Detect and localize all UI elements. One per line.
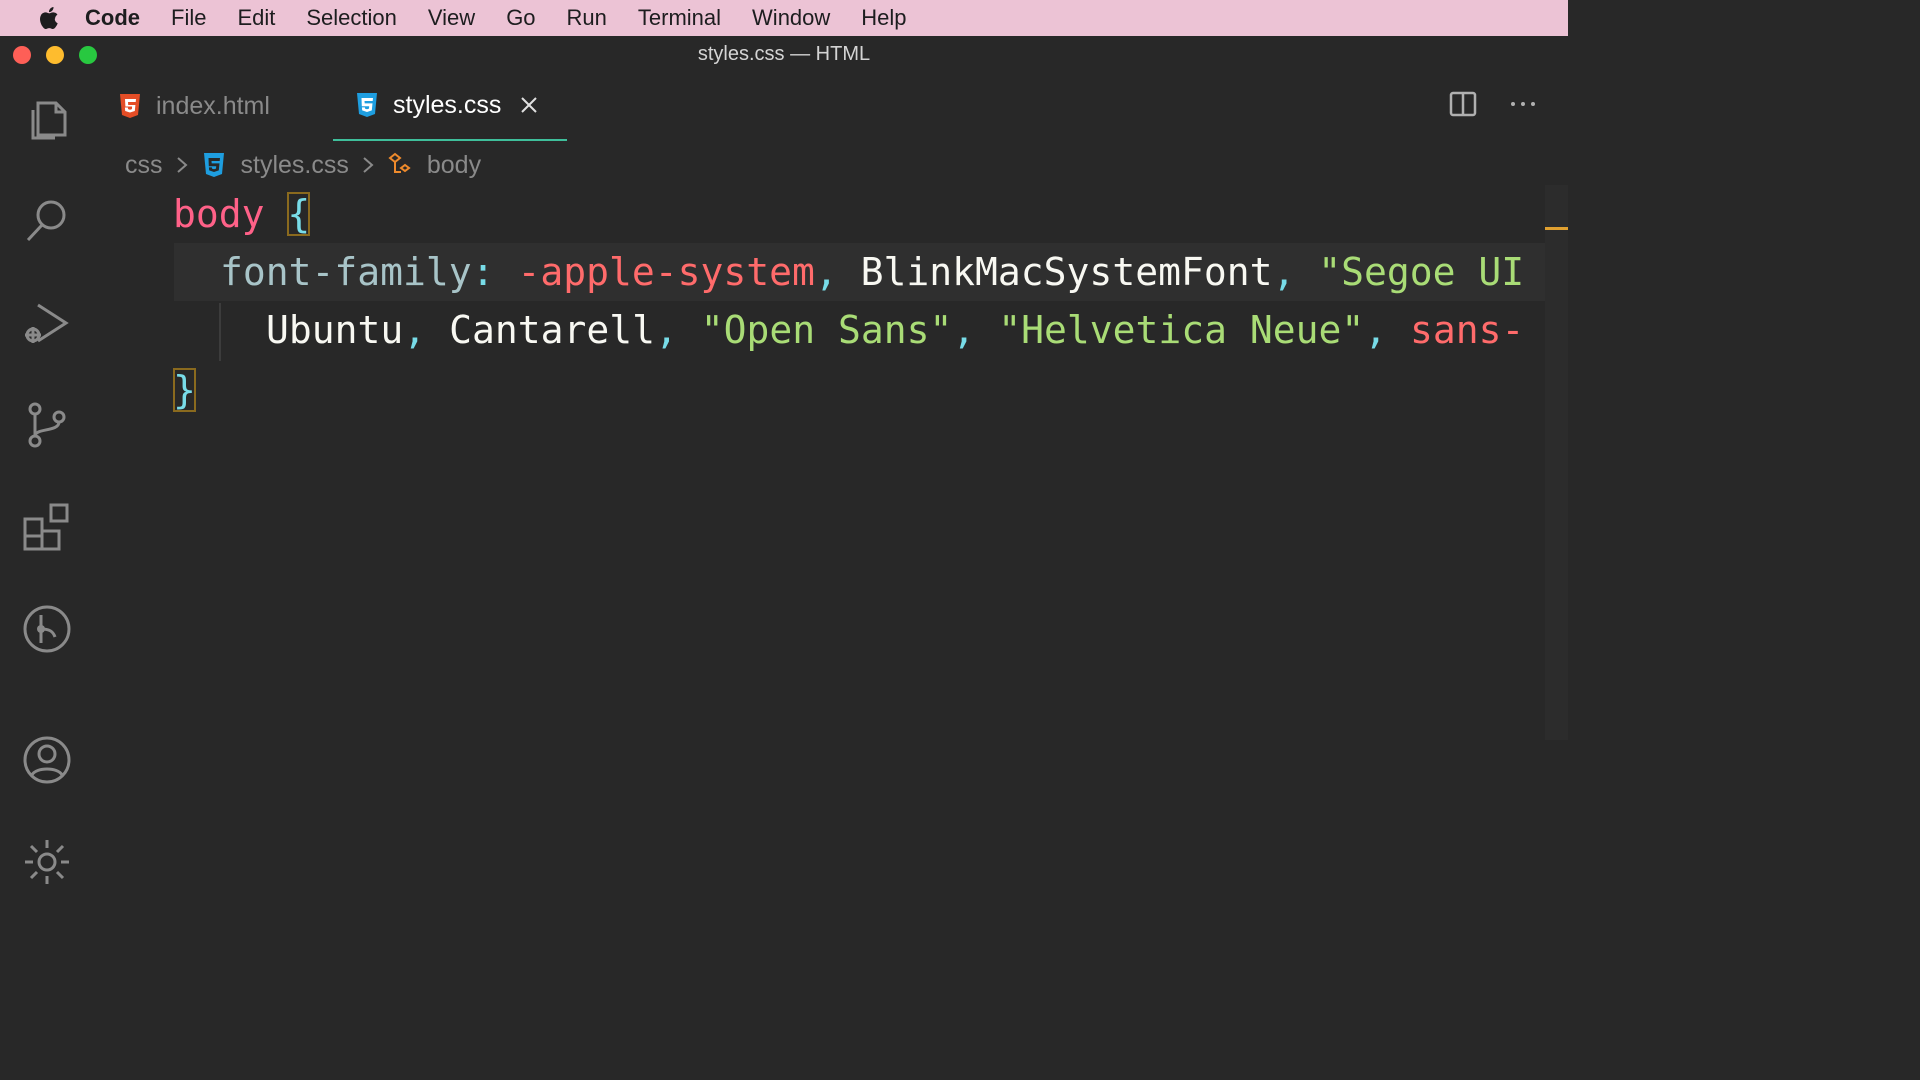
font-value: -apple-system: [517, 250, 815, 294]
menu-window[interactable]: Window: [752, 5, 830, 31]
editor-window: styles.css — HTML index.html styles.css …: [0, 37, 1568, 884]
open-brace: {: [287, 192, 311, 236]
breadcrumb: css styles.css body: [125, 147, 481, 183]
menu-bar: Code File Edit Selection View Go Run Ter…: [0, 0, 1568, 36]
editor-tabs: index.html styles.css: [94, 71, 1568, 143]
font-value: BlinkMacSystemFont: [860, 250, 1273, 294]
menu-go[interactable]: Go: [506, 5, 535, 31]
font-value: "Segoe UI: [1318, 250, 1525, 294]
editor-actions: [1418, 89, 1538, 119]
html5-icon: [120, 94, 140, 118]
code-line-4: }: [173, 361, 196, 419]
font-value: "Open Sans": [700, 308, 953, 352]
menu-file[interactable]: File: [171, 5, 206, 31]
css-selector: body: [173, 192, 265, 236]
indent-guide: [219, 303, 221, 361]
tab-label: styles.css: [393, 90, 502, 119]
close-tab-icon[interactable]: [519, 95, 539, 115]
menu-selection[interactable]: Selection: [306, 5, 397, 31]
chevron-right-icon: [176, 157, 188, 173]
colon: :: [471, 250, 495, 294]
font-value: Ubuntu: [266, 308, 404, 352]
breadcrumb-folder[interactable]: css: [125, 151, 163, 180]
close-brace: }: [173, 368, 196, 412]
code-editor[interactable]: body { font-family: -apple-system, Blink…: [0, 187, 1545, 882]
comma: ,: [952, 308, 976, 352]
window-title: styles.css — HTML: [697, 43, 871, 65]
css-property: font-family: [220, 250, 472, 294]
css3-icon: [357, 93, 377, 117]
menu-view[interactable]: View: [428, 5, 475, 31]
more-actions-icon[interactable]: [1508, 89, 1538, 119]
breadcrumb-symbol[interactable]: body: [427, 151, 481, 180]
breadcrumb-file[interactable]: styles.css: [241, 151, 349, 180]
menu-app-code[interactable]: Code: [85, 5, 140, 31]
menu-terminal[interactable]: Terminal: [638, 5, 721, 31]
comma: ,: [654, 308, 678, 352]
tab-label: index.html: [156, 91, 270, 120]
menu-edit[interactable]: Edit: [237, 5, 275, 31]
code-line-3: Ubuntu, Cantarell, "Open Sans", "Helveti…: [266, 301, 1524, 359]
tab-styles-css[interactable]: styles.css: [333, 71, 567, 141]
comma: ,: [1272, 250, 1296, 294]
files-icon[interactable]: [21, 93, 73, 145]
tab-index-html[interactable]: index.html: [118, 71, 270, 141]
comma: ,: [1364, 308, 1388, 352]
menu-help[interactable]: Help: [861, 5, 906, 31]
comma: ,: [814, 250, 838, 294]
apple-logo-icon[interactable]: [33, 5, 63, 31]
font-value: Cantarell: [449, 308, 655, 352]
scrollbar-cursor-marker: [1545, 227, 1568, 230]
code-line-2: font-family: -apple-system, BlinkMacSyst…: [174, 243, 1545, 301]
code-line-1: body {: [173, 187, 311, 243]
comma: ,: [403, 308, 427, 352]
chevron-right-icon: [363, 157, 374, 173]
symbol-class-icon: [388, 152, 411, 173]
menu-run[interactable]: Run: [567, 5, 607, 31]
css3-icon: [203, 153, 224, 177]
editor-scrollbar[interactable]: [1545, 185, 1568, 740]
font-value: "Helvetica Neue": [998, 308, 1365, 352]
title-bar: styles.css — HTML: [0, 37, 1568, 71]
split-editor-icon[interactable]: [1448, 89, 1478, 119]
font-value: sans-: [1410, 308, 1525, 352]
